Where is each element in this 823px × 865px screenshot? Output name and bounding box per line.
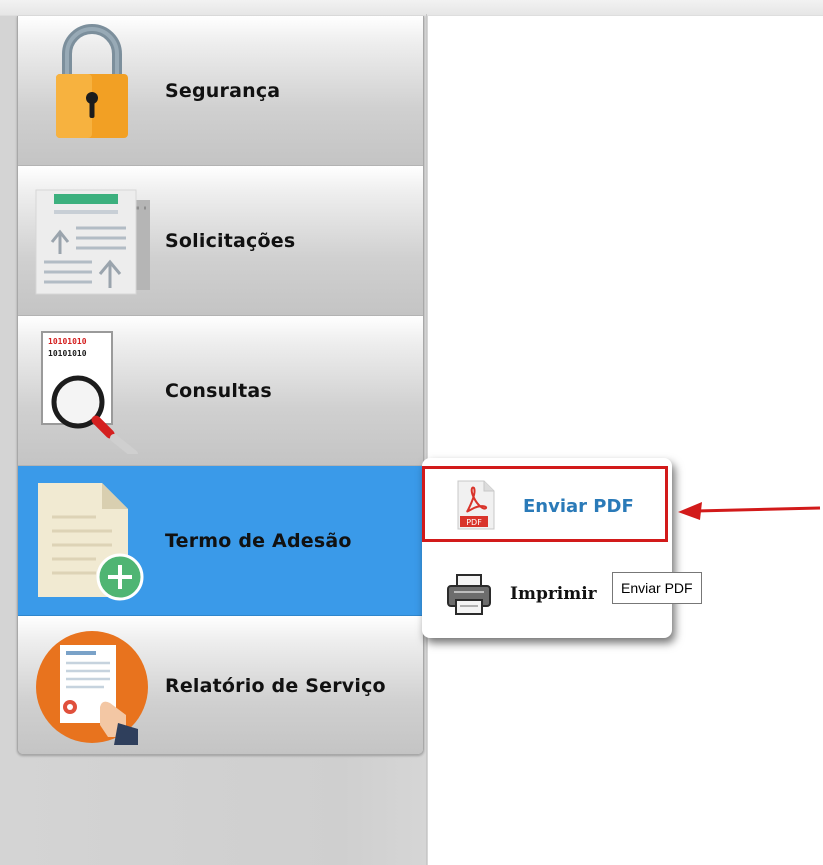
main-menu: Segurança Solicitações 10101010 10101010 [17, 16, 424, 755]
pdf-file-icon: PDF [457, 480, 495, 530]
printer-icon [447, 574, 491, 615]
menu-item-termo-de-adesao[interactable]: Termo de Adesão [18, 466, 423, 616]
certificate-report-icon [36, 631, 148, 745]
tooltip-text: Enviar PDF [621, 580, 693, 596]
menu-label-termo-de-adesao: Termo de Adesão [165, 529, 352, 552]
menu-item-seguranca[interactable]: Segurança [18, 16, 423, 166]
menu-item-consultas[interactable]: 10101010 10101010 Consultas [18, 316, 423, 466]
print-options-popup: PDF Enviar PDF Imprimir [422, 458, 672, 638]
pdf-icon-label: PDF [466, 518, 482, 527]
menu-item-solicitacoes[interactable]: Solicitações [18, 166, 423, 316]
requests-document-icon [35, 189, 150, 295]
menu-label-solicitacoes: Solicitações [165, 229, 296, 252]
menu-label-seguranca: Segurança [165, 79, 281, 102]
menu-label-consultas: Consultas [165, 379, 272, 402]
send-pdf-label: Enviar PDF [523, 496, 634, 517]
print-label: Imprimir [510, 584, 597, 604]
binary-text-line-2: 10101010 [48, 349, 87, 358]
menu-label-relatorio-de-servico: Relatório de Serviço [165, 674, 386, 697]
top-bar [0, 0, 823, 16]
document-add-icon [38, 483, 144, 601]
binary-text-line-1: 10101010 [48, 337, 87, 346]
sidebar-divider [426, 14, 427, 865]
red-arrow-icon [678, 502, 821, 520]
menu-item-relatorio-de-servico[interactable]: Relatório de Serviço [18, 616, 423, 754]
padlock-icon [56, 24, 128, 138]
tooltip: Enviar PDF [612, 572, 702, 604]
magnifier-binary-icon: 10101010 10101010 [41, 331, 138, 454]
